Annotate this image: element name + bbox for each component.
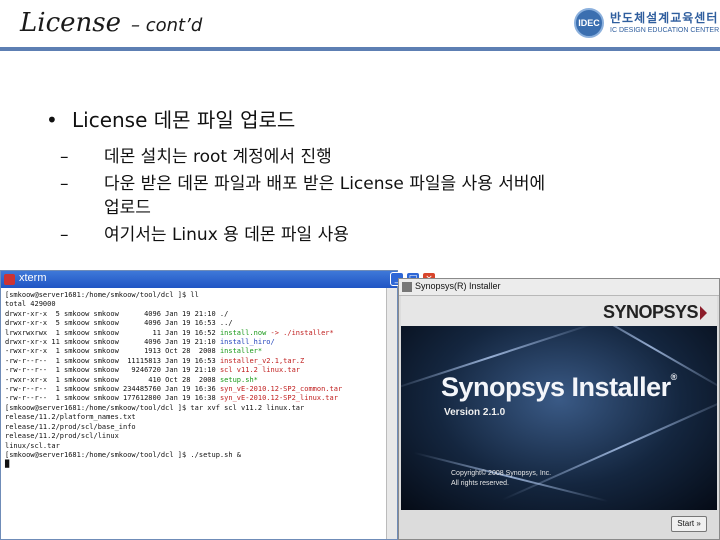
terminal-line: -rw-r--r-- 1 smkoow smkoow 234485760 Jan… (5, 385, 397, 394)
terminal-text: drwxr-xr-x 5 smkoow smkoow 4096 Jan 19 2… (5, 309, 229, 318)
terminal-text: drwxr-xr-x 5 smkoow smkoow 4096 Jan 19 1… (5, 319, 233, 328)
terminal-line: drwxr-xr-x 11 smkoow smkoow 4096 Jan 19 … (5, 338, 397, 347)
installer-footer: Start » (401, 510, 717, 538)
splash-product-title: Synopsys Installer® (441, 372, 678, 402)
bullet-main-text: License 데몬 파일 업로드 (72, 108, 296, 132)
xterm-titlebar[interactable]: xterm (1, 271, 397, 288)
sub-bullet-dash: – (60, 174, 69, 194)
installer-window[interactable]: Synopsys(R) Installer SYNOPSYS Synopsys … (398, 278, 720, 540)
terminal-text: [smkoow@server1681:/home/smkoow/tool/dcl… (5, 403, 305, 412)
sub-bullet-text: 데몬 설치는 root 계정에서 진행 (104, 147, 332, 167)
idec-logo: IDEC 반도체설계교육센터 IC DESIGN EDUCATION CENTE… (572, 6, 719, 42)
terminal-text: drwxr-xr-x 11 smkoow smkoow 4096 Jan 19 … (5, 338, 220, 347)
terminal-text: release/11.2/prod/scl/base_info (5, 422, 136, 431)
xterm-app-icon (4, 274, 15, 285)
terminal-line: [smkoow@server1681:/home/smkoow/tool/dcl… (5, 451, 397, 460)
synopsys-logo: SYNOPSYS (603, 302, 707, 323)
sub-bullet-text: 업로드 (104, 198, 151, 218)
terminal-text: -> ./installer* (266, 328, 334, 337)
terminal-text: install_hiro/ (219, 338, 275, 347)
start-button[interactable]: Start » (671, 516, 707, 532)
installer-titlebar[interactable]: Synopsys(R) Installer (399, 279, 719, 296)
terminal-text: -rw-r--r-- 1 smkoow smkoow 234485760 Jan… (5, 385, 220, 394)
title-subtitle: – cont’d (131, 15, 203, 36)
bullet-main: • License 데몬 파일 업로드 (46, 104, 295, 133)
terminal-text: -rwxr-xr-x 1 smkoow smkoow 1913 Oct 28 2… (5, 347, 220, 356)
copyright-line-1: Copyright© 2008 Synopsys, Inc. (451, 470, 552, 477)
terminal-line: -rw-r--r-- 1 smkoow smkoow 11115813 Jan … (5, 357, 397, 366)
registered-mark: ® (670, 372, 678, 382)
terminal-line: [smkoow@server1681:/home/smkoow/tool/dcl… (5, 291, 397, 300)
terminal-line: total 429000 (5, 300, 397, 309)
terminal-text: installer* (219, 347, 263, 356)
xterm-window[interactable]: xterm [smkoow@server1681:/home/smkoow/to… (0, 270, 398, 540)
sub-bullet-2: – 다운 받은 데몬 파일과 배포 받은 License 파일을 사용 서버에 (60, 169, 545, 194)
sub-bullet-dash: – (60, 147, 69, 167)
terminal-text: setup.sh* (219, 375, 258, 384)
terminal-line: drwxr-xr-x 5 smkoow smkoow 4096 Jan 19 1… (5, 319, 397, 328)
sub-bullet-text: 다운 받은 데몬 파일과 배포 받은 License 파일을 사용 서버에 (104, 174, 546, 194)
title-text: License (20, 8, 122, 38)
terminal-line: release/11.2/platform_names.txt (5, 413, 397, 422)
installer-app-icon (402, 282, 412, 292)
xterm-scrollbar[interactable] (386, 288, 397, 539)
sub-bullet-text: 여기서는 Linux 용 데몬 파일 사용 (104, 225, 349, 245)
idec-logo-mark: IDEC (574, 8, 604, 38)
terminal-text: lrwxrwxrwx 1 smkoow smkoow 11 Jan 19 16:… (5, 328, 220, 337)
logo-korean-text: 반도체설계교육센터 (610, 11, 719, 25)
sub-bullet-dash: – (60, 225, 69, 245)
terminal-line: █ (5, 460, 397, 469)
terminal-text: -rw-r--r-- 1 smkoow smkoow 11115813 Jan … (5, 356, 220, 365)
terminal-text: release/11.2/prod/scl/linux (5, 432, 119, 441)
sub-bullet-3: – 여기서는 Linux 용 데몬 파일 사용 (60, 220, 349, 245)
synopsys-logo-text: SYNOPSYS (602, 302, 699, 322)
xterm-title: xterm (19, 272, 47, 284)
terminal-text: installer_v2.1,tar.Z (219, 356, 305, 365)
terminal-line: release/11.2/prod/scl/linux (5, 432, 397, 441)
terminal-text: release/11.2/platform_names.txt (5, 413, 136, 422)
terminal-line: -rw-r--r-- 1 smkoow smkoow 9246720 Jan 1… (5, 366, 397, 375)
bullet-dot: • (46, 108, 58, 132)
terminal-text: -rwxr-xr-x 1 smkoow smkoow 410 Oct 28 20… (5, 375, 220, 384)
logo-english-text: IC DESIGN EDUCATION CENTER (610, 27, 720, 34)
installer-splash: Synopsys Installer® Version 2.1.0 Copyri… (401, 326, 717, 510)
terminal-line: release/11.2/prod/scl/base_info (5, 423, 397, 432)
terminal-line: drwxr-xr-x 5 smkoow smkoow 4096 Jan 19 2… (5, 310, 397, 319)
terminal-text: total 429000 (5, 300, 56, 309)
copyright-line-2: All rights reserved. (451, 480, 509, 487)
terminal-output[interactable]: [smkoow@server1681:/home/smkoow/tool/dcl… (5, 291, 397, 470)
terminal-text: install.now (219, 328, 267, 337)
terminal-text: █ (5, 460, 10, 469)
slide-title: License – cont’d (20, 8, 202, 38)
slide-header: License – cont’d IDEC 반도체설계교육센터 IC DESIGN… (0, 0, 720, 51)
installer-window-title: Synopsys(R) Installer (415, 281, 501, 291)
splash-version: Version 2.1.0 (444, 407, 506, 418)
terminal-line: [smkoow@server1681:/home/smkoow/tool/dcl… (5, 404, 397, 413)
synopsys-logo-mark-icon (700, 306, 707, 321)
terminal-text: linux/scl.tar (5, 441, 60, 450)
header-divider (0, 47, 720, 51)
sub-bullet-2-continued: 업로드 (60, 193, 151, 218)
sub-bullet-1: – 데몬 설치는 root 계정에서 진행 (60, 142, 332, 167)
terminal-text: [smkoow@server1681:/home/smkoow/tool/dcl… (5, 450, 242, 459)
terminal-text: -rw-r--r-- 1 smkoow smkoow 177612800 Jan… (5, 394, 220, 403)
terminal-line: lrwxrwxrwx 1 smkoow smkoow 11 Jan 19 16:… (5, 329, 397, 338)
terminal-line: -rw-r--r-- 1 smkoow smkoow 177612800 Jan… (5, 394, 397, 403)
terminal-line: linux/scl.tar (5, 442, 397, 451)
terminal-text: -rw-r--r-- 1 smkoow smkoow 9246720 Jan 1… (5, 366, 220, 375)
terminal-line: -rwxr-xr-x 1 smkoow smkoow 410 Oct 28 20… (5, 376, 397, 385)
terminal-text: scl v11.2 linux.tar (219, 366, 301, 375)
splash-copyright: Copyright© 2008 Synopsys, Inc. All right… (451, 469, 551, 489)
terminal-text: [smkoow@server1681:/home/smkoow/tool/dcl… (5, 291, 199, 299)
installer-logo-band: SYNOPSYS (401, 296, 717, 326)
terminal-text: syn_vE-2010.12-SP2_common.tar (219, 385, 343, 394)
terminal-text: syn_vE-2010.12-SP2_linux.tar (219, 394, 338, 403)
terminal-line: -rwxr-xr-x 1 smkoow smkoow 1913 Oct 28 2… (5, 347, 397, 356)
